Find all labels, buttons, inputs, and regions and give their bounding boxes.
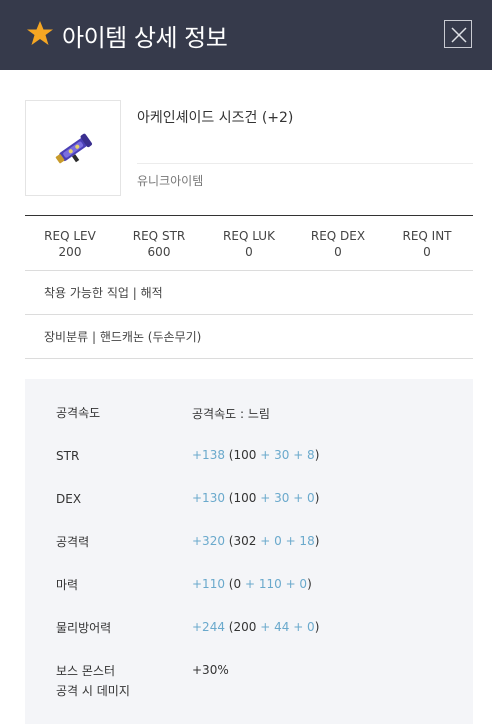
stat-close: )	[314, 620, 320, 634]
stat-bonus: + 0	[293, 620, 315, 634]
stat-label-boss: 보스 몬스터 공격 시 데미지	[56, 661, 130, 701]
stat-total: +320	[192, 534, 225, 548]
req-value: 0	[245, 245, 253, 259]
stat-base: (0	[228, 577, 242, 591]
stat-close: )	[314, 491, 320, 505]
star-icon	[27, 21, 53, 45]
stat-base: (302	[228, 534, 257, 548]
stat-bonus: + 30	[260, 491, 290, 505]
stat-base: (100	[228, 491, 257, 505]
req-label: REQ INT	[402, 229, 452, 243]
stat-total: +130	[192, 491, 225, 505]
stat-label: 공격속도	[56, 406, 101, 420]
requirements-table: REQ LEV 200 REQ STR 600 REQ LUK 0 REQ DE…	[25, 215, 473, 271]
stat-label-line: 보스 몬스터	[56, 664, 116, 678]
req-str: REQ STR 600	[114, 228, 204, 260]
item-grade: 유니크아이템	[137, 174, 204, 188]
req-level: REQ LEV 200	[25, 228, 115, 260]
stat-bonus: + 110	[244, 577, 282, 591]
stat-close: )	[314, 534, 320, 548]
divider	[137, 163, 473, 164]
stat-base: (200	[228, 620, 257, 634]
stat-bonus: + 0	[293, 491, 315, 505]
stat-total: +110	[192, 577, 225, 591]
siege-gun-icon	[55, 133, 92, 164]
req-dex: REQ DEX 0	[293, 228, 383, 260]
item-name: 아케인셰이드 시즈건 (+2)	[137, 110, 294, 126]
item-thumbnail	[25, 100, 121, 196]
stat-value: 공격속도 : 느림	[192, 407, 270, 421]
stat-bonus: + 0	[260, 534, 282, 548]
job-text: 착용 가능한 직업 | 해적	[44, 286, 163, 300]
stat-label: 마력	[56, 578, 79, 592]
stat-value: +244 (200 + 44 + 0)	[192, 620, 319, 634]
req-luk: REQ LUK 0	[204, 228, 294, 260]
req-value: 600	[147, 245, 171, 259]
stat-label: 물리방어력	[56, 621, 112, 635]
stat-total: +244	[192, 620, 225, 634]
stat-close: )	[307, 577, 312, 591]
stat-bonus: + 30	[260, 448, 290, 462]
category-text: 장비분류 | 핸드캐논 (두손무기)	[44, 330, 202, 344]
stats-panel: 공격속도 공격속도 : 느림 STR +138 (100 + 30 + 8) D…	[25, 379, 473, 724]
stat-bonus: + 44	[260, 620, 290, 634]
stat-value: +110 (0 + 110 + 0)	[192, 577, 312, 591]
req-int: REQ INT 0	[382, 228, 472, 260]
req-value: 0	[334, 245, 342, 259]
stat-label-line: 공격 시 데미지	[56, 684, 130, 698]
dialog-header: 아이템 상세 정보	[0, 0, 492, 70]
req-label: REQ DEX	[310, 229, 366, 243]
stat-label: STR	[56, 449, 80, 463]
category-row: 장비분류 | 핸드캐논 (두손무기)	[25, 315, 473, 359]
req-value: 200	[58, 245, 82, 259]
req-label: REQ LUK	[223, 229, 275, 243]
close-icon[interactable]	[450, 26, 468, 44]
stat-close: )	[314, 448, 320, 462]
stat-value: +138 (100 + 30 + 8)	[192, 448, 319, 462]
stat-value: +30%	[192, 663, 229, 677]
stat-bonus: + 8	[293, 448, 315, 462]
req-label: REQ STR	[132, 229, 186, 243]
close-button[interactable]	[444, 20, 472, 48]
stat-bonus: + 18	[285, 534, 315, 548]
req-value: 0	[423, 245, 431, 259]
stat-label: 공격력	[56, 535, 90, 549]
req-label: REQ LEV	[44, 229, 96, 243]
stat-label: DEX	[56, 492, 82, 506]
stat-value: +130 (100 + 30 + 0)	[192, 491, 319, 505]
stat-total: +138	[192, 448, 225, 462]
stat-bonus: + 0	[285, 577, 308, 591]
dialog-title: 아이템 상세 정보	[62, 24, 228, 52]
stat-value: +320 (302 + 0 + 18)	[192, 534, 319, 548]
job-row: 착용 가능한 직업 | 해적	[25, 271, 473, 315]
stat-base: (100	[228, 448, 257, 462]
